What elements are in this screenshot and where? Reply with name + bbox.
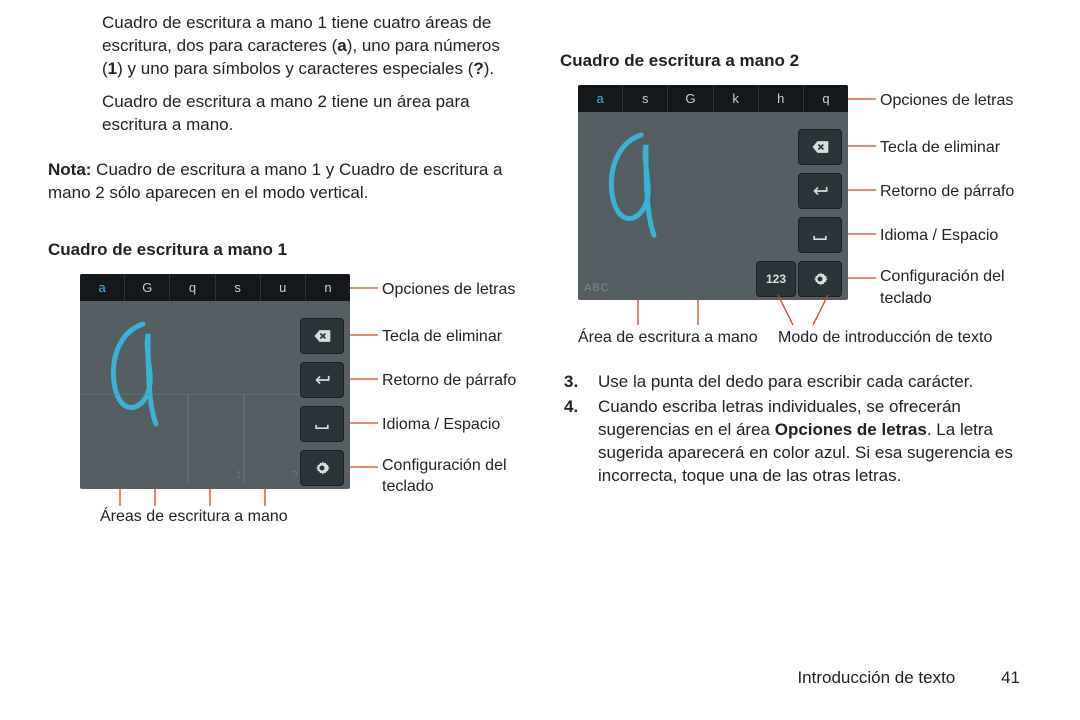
callout-writing-area: Área de escritura a mano xyxy=(578,327,758,349)
writing-areas-divider: a a 1 ? xyxy=(80,394,300,484)
letter-option[interactable]: n xyxy=(306,274,350,301)
list-text: Cuando escriba letras individuales, se o… xyxy=(598,396,1030,488)
callout-letter-options: Opciones de letras xyxy=(382,279,515,301)
letter-options-bar[interactable]: a s G k h q xyxy=(578,85,848,112)
mode-123-key[interactable]: 123 xyxy=(756,261,796,297)
callout-lang-space: Idioma / Espacio xyxy=(880,225,998,247)
note: Nota: Cuadro de escritura a mano 1 y Cua… xyxy=(48,159,518,205)
space-icon xyxy=(312,414,332,434)
page-footer: Introducción de texto 41 xyxy=(797,667,1020,690)
settings-key[interactable] xyxy=(798,261,842,297)
letter-option[interactable]: a xyxy=(80,274,125,301)
list-number: 3. xyxy=(560,371,598,394)
step-3: 3. Use la punta del dedo para escribir c… xyxy=(560,371,1030,394)
footer-section: Introducción de texto xyxy=(797,668,955,687)
letter-option[interactable]: q xyxy=(804,85,848,112)
letter-option[interactable]: s xyxy=(623,85,668,112)
bold-1: 1 xyxy=(108,59,117,78)
text: ). xyxy=(484,59,494,78)
return-icon xyxy=(312,370,332,390)
bold-a: a xyxy=(337,36,346,55)
space-key[interactable] xyxy=(300,406,344,442)
note-body: Cuadro de escritura a mano 1 y Cuadro de… xyxy=(48,160,503,202)
callout-delete-key: Tecla de eliminar xyxy=(382,326,502,348)
callout-return: Retorno de párrafo xyxy=(382,370,516,392)
letter-option[interactable]: G xyxy=(125,274,170,301)
letter-option[interactable]: u xyxy=(261,274,306,301)
heading-hw1: Cuadro de escritura a mano 1 xyxy=(48,239,518,262)
callout-lang-space: Idioma / Espacio xyxy=(382,414,500,436)
backspace-icon xyxy=(810,137,830,157)
text: ) y uno para símbolos y caracteres espec… xyxy=(117,59,473,78)
delete-key[interactable] xyxy=(798,129,842,165)
letter-option[interactable]: s xyxy=(216,274,261,301)
callout-kb-settings: Configuración del teclado xyxy=(880,266,1010,309)
list-number: 4. xyxy=(560,396,598,488)
return-icon xyxy=(810,181,830,201)
gear-icon xyxy=(810,269,830,289)
callout-kb-settings: Configuración del teclado xyxy=(382,455,512,498)
letter-option[interactable]: k xyxy=(714,85,759,112)
letter-option[interactable]: h xyxy=(759,85,804,112)
note-label: Nota: xyxy=(48,160,91,179)
bold-text: Opciones de letras xyxy=(775,420,927,439)
space-key[interactable] xyxy=(798,217,842,253)
handwriting-box-2: a s G k h q ABC xyxy=(578,85,848,300)
svg-text:1: 1 xyxy=(236,470,242,481)
settings-key[interactable] xyxy=(300,450,344,486)
gear-icon xyxy=(312,458,332,478)
abc-indicator: ABC xyxy=(584,281,610,296)
delete-key[interactable] xyxy=(300,318,344,354)
bold-q: ? xyxy=(473,59,483,78)
space-icon xyxy=(810,225,830,245)
letter-option[interactable]: a xyxy=(578,85,623,112)
letter-options-bar[interactable]: a G q s u n xyxy=(80,274,350,301)
heading-hw2: Cuadro de escritura a mano 2 xyxy=(560,50,1030,73)
return-key[interactable] xyxy=(798,173,842,209)
handwriting-stroke-icon xyxy=(596,130,676,240)
callout-delete-key: Tecla de eliminar xyxy=(880,137,1000,159)
step-4: 4. Cuando escriba letras individuales, s… xyxy=(560,396,1030,488)
return-key[interactable] xyxy=(300,362,344,398)
handwriting-box-1: a G q s u n a a 1 ? xyxy=(80,274,350,489)
footer-page-number: 41 xyxy=(980,667,1020,690)
callout-writing-areas: Áreas de escritura a mano xyxy=(100,506,288,528)
svg-text:?: ? xyxy=(292,470,298,481)
callout-return: Retorno de párrafo xyxy=(880,181,1014,203)
letter-option[interactable]: G xyxy=(668,85,713,112)
para-hw1-description: Cuadro de escritura a mano 1 tiene cuatr… xyxy=(48,12,518,81)
letter-option[interactable]: q xyxy=(170,274,215,301)
handwriting-stroke-icon xyxy=(98,319,178,429)
para-hw2-description: Cuadro de escritura a mano 2 tiene un ár… xyxy=(48,91,518,137)
backspace-icon xyxy=(312,326,332,346)
list-text: Use la punta del dedo para escribir cada… xyxy=(598,371,1030,394)
callout-letter-options: Opciones de letras xyxy=(880,90,1013,112)
callout-input-mode: Modo de introducción de texto xyxy=(778,327,992,349)
